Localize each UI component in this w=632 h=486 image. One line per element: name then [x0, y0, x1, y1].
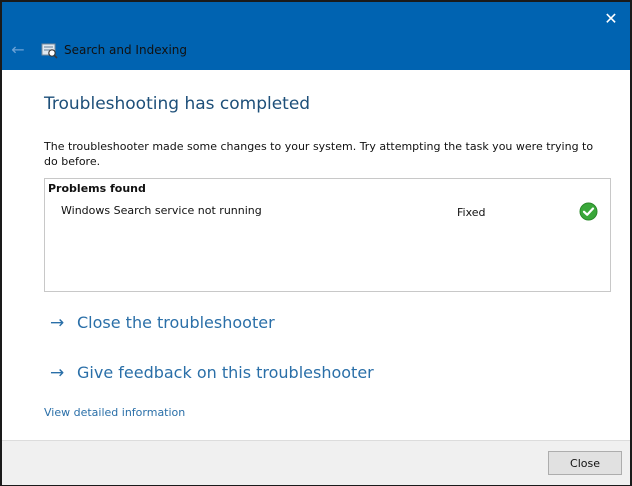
- problem-item-name: Windows Search service not running: [61, 204, 262, 217]
- close-troubleshooter-label[interactable]: Close the troubleshooter: [77, 312, 275, 334]
- window-title: Search and Indexing: [64, 43, 188, 57]
- footer-bar: Close: [2, 440, 630, 485]
- troubleshooter-window: ✕ ← Search and Indexing Troubleshooting …: [0, 0, 632, 486]
- problems-found-panel: Problems found Windows Search service no…: [44, 178, 611, 292]
- arrow-right-icon: →: [50, 363, 65, 383]
- view-detailed-information-link[interactable]: View detailed information: [44, 406, 185, 419]
- problem-item-status: Fixed: [457, 206, 486, 219]
- close-button[interactable]: Close: [548, 451, 622, 475]
- arrow-right-icon: →: [50, 313, 65, 333]
- search-indexing-icon: [41, 42, 58, 59]
- result-description: The troubleshooter made some changes to …: [44, 140, 594, 168]
- page-title: Troubleshooting has completed: [44, 94, 311, 114]
- close-window-icon[interactable]: ✕: [600, 8, 622, 30]
- title-bar: ✕ ← Search and Indexing: [2, 2, 630, 70]
- give-feedback-label[interactable]: Give feedback on this troubleshooter: [77, 362, 374, 384]
- check-circle-icon: [579, 202, 598, 221]
- problems-found-header: Problems found: [48, 182, 146, 195]
- back-arrow-icon[interactable]: ←: [8, 40, 28, 60]
